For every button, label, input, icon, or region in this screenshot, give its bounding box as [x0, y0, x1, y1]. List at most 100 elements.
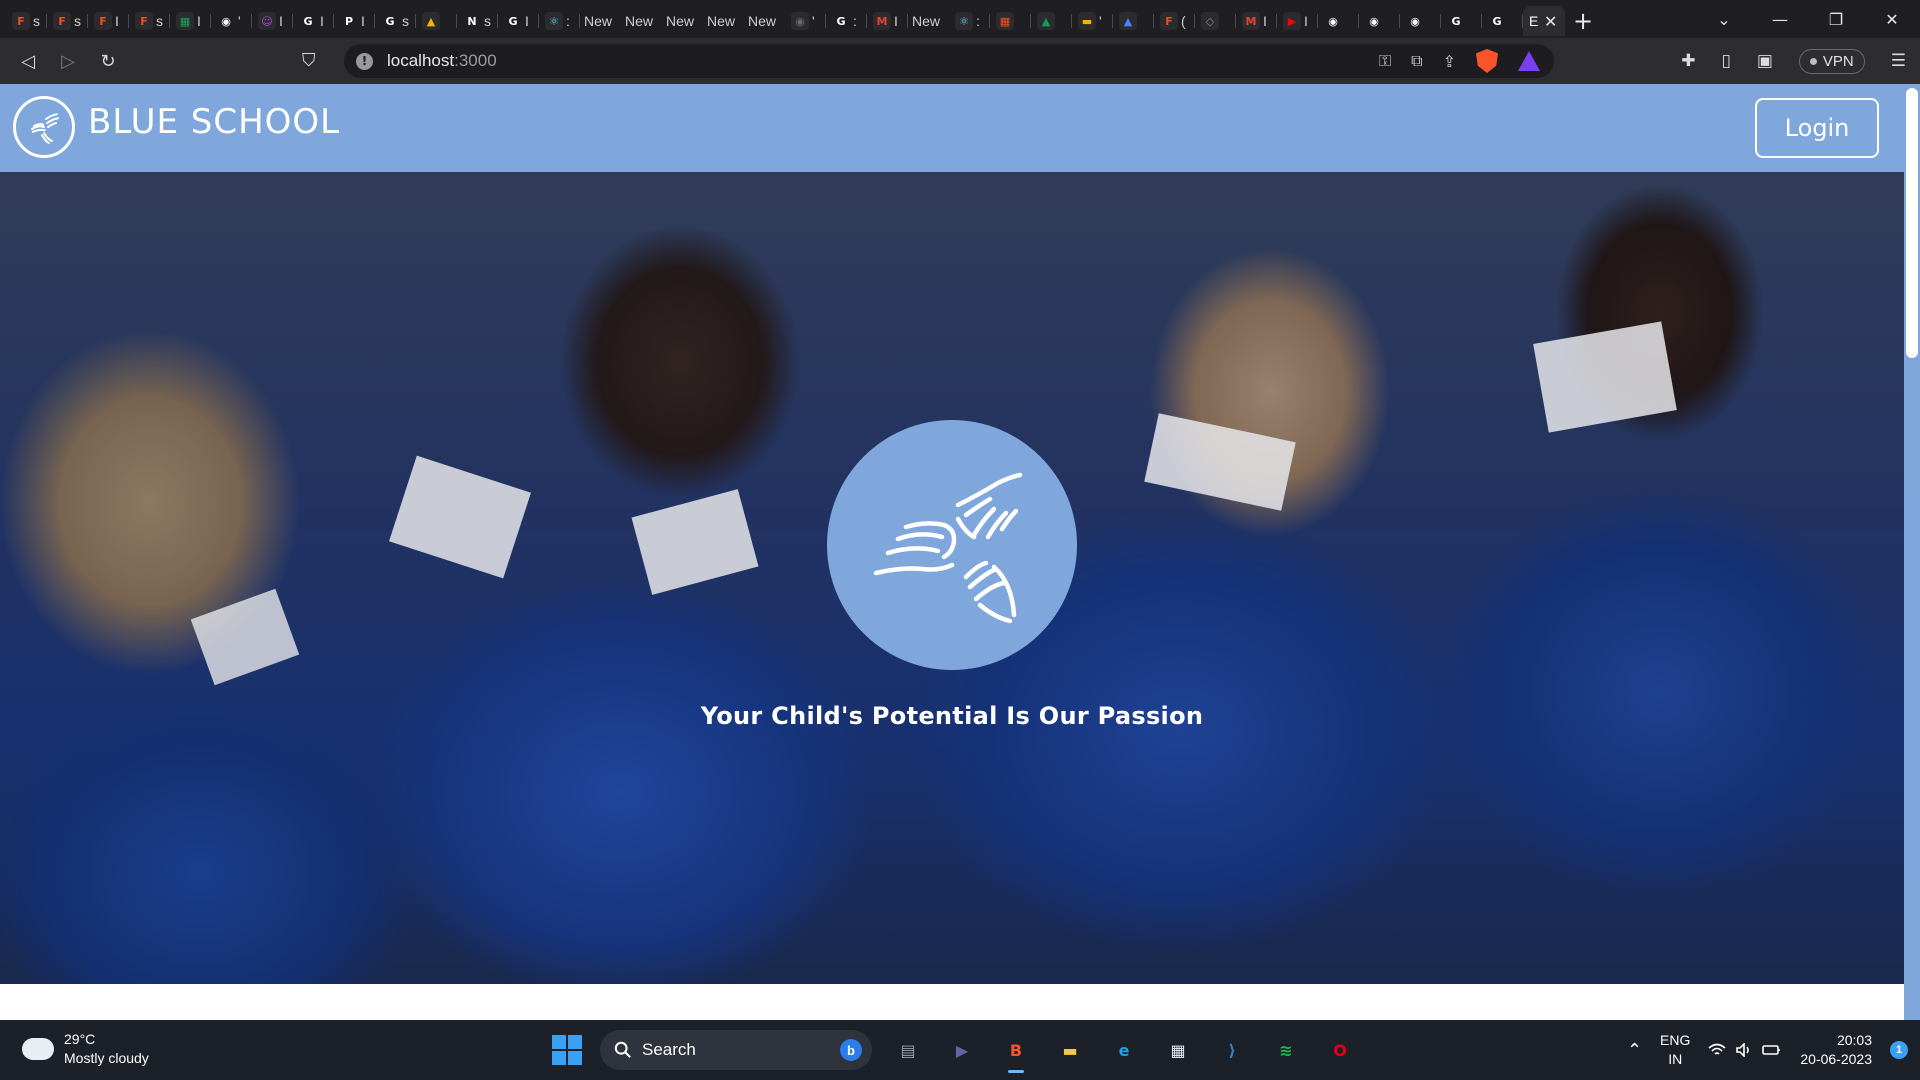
hero-photo-detail [631, 489, 759, 595]
bookmark-icon[interactable]: ⛉ [302, 50, 316, 71]
opera-icon[interactable]: O [1322, 1032, 1358, 1068]
spotify-icon[interactable]: ≋ [1268, 1032, 1304, 1068]
tab-strip: Fs Fs F I Fs ▦ I ◉ ' ☺ I G I P I Gs ▲ Ns G I ⚛: New New New New N… [0, 0, 1920, 38]
browser-tab[interactable]: New [621, 6, 662, 36]
site-logo[interactable] [13, 96, 75, 158]
browser-tab[interactable]: New [580, 6, 621, 36]
minimize-button[interactable]: — [1752, 10, 1808, 29]
brave-icon[interactable]: B [998, 1032, 1034, 1073]
browser-tab[interactable]: New [744, 6, 785, 36]
notification-badge[interactable]: 1 [1890, 1041, 1908, 1059]
browser-tab[interactable]: ▦ I [170, 6, 211, 36]
browser-tab[interactable]: ▦ [990, 6, 1031, 36]
browser-tab[interactable]: G [1441, 6, 1482, 36]
active-browser-tab[interactable]: E ✕ [1523, 6, 1565, 36]
browser-tab[interactable]: FI [88, 6, 129, 36]
tab-title: s [484, 13, 491, 29]
forward-button[interactable]: ▷ [48, 51, 88, 72]
taskbar-search[interactable]: Search b [600, 1030, 872, 1070]
tab-title: New [748, 13, 777, 29]
teams-chat-icon[interactable]: ▶ [944, 1032, 980, 1068]
browser-tab[interactable]: ▬ ' [1072, 6, 1113, 36]
browser-tab[interactable]: ▶ I [1277, 6, 1318, 36]
browser-tab[interactable]: Fs [47, 6, 88, 36]
wallet-icon[interactable]: ▣ [1757, 51, 1773, 71]
site-info-icon[interactable]: ! [356, 52, 373, 70]
sidebar-icon[interactable]: ▯ [1721, 51, 1730, 71]
scrollbar-thumb[interactable] [1906, 88, 1918, 358]
browser-tab[interactable]: ▲ [1031, 6, 1072, 36]
hero-banner: Your Child's Potential Is Our Passion [0, 172, 1904, 984]
language-indicator[interactable]: ENG IN [1660, 1031, 1690, 1069]
browser-tab[interactable]: ◉ [1318, 6, 1359, 36]
tab-title: : [566, 13, 570, 29]
chat-icon: ☺ [258, 12, 276, 30]
store-icon[interactable]: ▦ [1160, 1032, 1196, 1068]
browser-tab[interactable]: ◇ [1195, 6, 1236, 36]
browser-tab[interactable]: MI [867, 6, 908, 36]
back-button[interactable]: ◁ [8, 51, 48, 72]
browser-tab[interactable]: PI [334, 6, 375, 36]
login-button[interactable]: Login [1755, 98, 1879, 158]
browser-tab[interactable]: GI [293, 6, 334, 36]
google-icon: G [1492, 14, 1502, 28]
browser-tab[interactable]: Ns [457, 6, 498, 36]
show-hidden-icons[interactable]: ⌃ [1627, 1040, 1642, 1061]
weather-condition: Mostly cloudy [64, 1050, 149, 1066]
browser-tab[interactable]: ◉ ' [785, 6, 826, 36]
browser-tab[interactable]: MI [1236, 6, 1277, 36]
menu-icon[interactable]: ☰ [1891, 51, 1906, 71]
tab-title: : [853, 13, 857, 29]
file-explorer-icon[interactable]: ▬ [1052, 1032, 1088, 1068]
browser-tab[interactable]: G [1482, 6, 1523, 36]
figma-icon: F [12, 12, 30, 30]
browser-tab[interactable]: Fs [129, 6, 170, 36]
browser-tab[interactable]: ☺ I [252, 6, 293, 36]
start-icon[interactable] [552, 1035, 582, 1065]
browser-tab[interactable]: ⚛: [539, 6, 580, 36]
weather-widget[interactable]: 29°C Mostly cloudy [22, 1030, 149, 1068]
close-window-button[interactable]: ✕ [1864, 10, 1920, 29]
hero-photo-detail [190, 588, 300, 686]
tab-search-icon[interactable]: ⌄ [1696, 10, 1752, 29]
file-explorer-gray-icon[interactable]: ▤ [890, 1032, 926, 1068]
browser-tab[interactable]: ◉ ' [211, 6, 252, 36]
tab-title: s [33, 13, 40, 29]
url-text[interactable]: localhost:3000 [387, 51, 497, 71]
extensions-icon[interactable]: ✚ [1681, 51, 1695, 71]
bing-icon[interactable]: b [840, 1039, 862, 1061]
language-bottom: IN [1668, 1051, 1683, 1067]
edge-icon[interactable]: e [1106, 1032, 1142, 1068]
open-external-icon[interactable]: ⧉ [1411, 51, 1422, 71]
browser-tab[interactable]: ▲ [1113, 6, 1154, 36]
address-bar[interactable]: ! localhost:3000 ⚿ ⧉ ⇪ [344, 44, 1554, 78]
new-tab-button[interactable]: + [1565, 6, 1601, 36]
vscode-icon[interactable]: ⟩ [1214, 1032, 1250, 1068]
hands-emblem-icon [873, 472, 1023, 624]
clock[interactable]: 20:03 20-06-2023 [1800, 1031, 1872, 1069]
brave-rewards-icon[interactable] [1518, 51, 1540, 71]
vercel-icon: ◇ [1201, 12, 1219, 30]
key-icon[interactable]: ⚿ [1379, 51, 1391, 71]
browser-tab[interactable]: ▲ [416, 6, 457, 36]
brave-shields-icon[interactable] [1476, 49, 1498, 73]
quick-settings[interactable] [1708, 1043, 1782, 1057]
browser-tab[interactable]: New [703, 6, 744, 36]
browser-tab[interactable]: New [662, 6, 703, 36]
browser-tab[interactable]: G: [826, 6, 867, 36]
browser-tab[interactable]: ⚛: [949, 6, 990, 36]
browser-tab[interactable]: Fs [6, 6, 47, 36]
close-tab-icon[interactable]: ✕ [1544, 12, 1557, 31]
vpn-button[interactable]: VPN [1798, 48, 1865, 74]
site-brand[interactable]: BLUE SCHOOL [88, 102, 340, 142]
browser-tab[interactable]: F( [1154, 6, 1195, 36]
reload-button[interactable]: ↻ [88, 51, 128, 72]
browser-tab[interactable]: ◉ [1359, 6, 1400, 36]
browser-tab[interactable]: GI [498, 6, 539, 36]
browser-tab[interactable]: ◉ [1400, 6, 1441, 36]
browser-tab[interactable]: Gs [375, 6, 416, 36]
browser-tab[interactable]: New [908, 6, 949, 36]
share-icon[interactable]: ⇪ [1443, 52, 1456, 71]
restore-button[interactable]: ❐ [1808, 10, 1864, 29]
web-page: BLUE SCHOOL Login Your Child's Potential… [0, 84, 1920, 1020]
